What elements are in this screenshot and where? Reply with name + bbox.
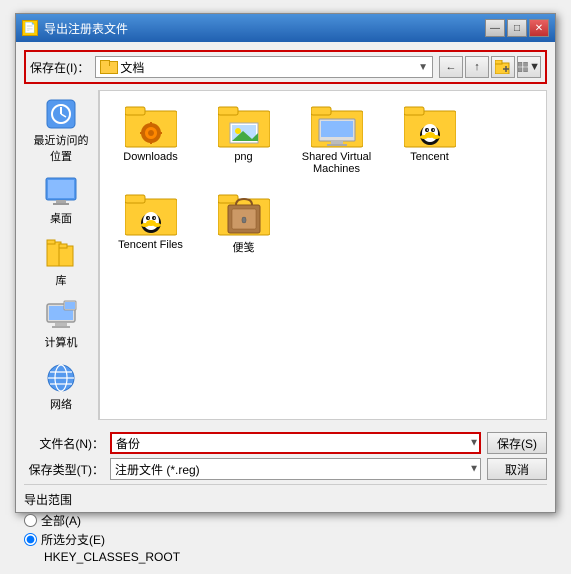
sidebar-label-desktop: 桌面 [50,210,72,226]
back-button[interactable]: ← [439,56,463,78]
folder-downloads[interactable]: Downloads [108,99,193,179]
sidebar-item-library[interactable]: 库 [28,234,94,292]
filename-row: 文件名(N)： ▼ 保存(S) [24,432,547,454]
up-button[interactable]: ↑ [465,56,489,78]
title-bar: 📄 导出注册表文件 — □ ✕ [16,14,555,42]
export-title: 导出范围 [24,491,547,508]
sidebar-item-computer[interactable]: 计算机 [28,296,94,354]
location-dropdown-arrow: ▼ [418,62,428,73]
sidebar: 最近访问的位置 桌面 [24,90,99,420]
sidebar-label-network: 网络 [50,396,72,412]
sidebar-item-network[interactable]: 网络 [28,358,94,416]
sidebar-label-library: 库 [56,272,67,288]
export-section: 导出范围 全部(A) 所选分支(E) HKEY_CLASSES_ROOT [24,484,547,564]
cancel-button[interactable]: 取消 [487,458,547,480]
briefcase-folder-label: 便笺 [233,239,255,255]
title-bar-content: 📄 导出注册表文件 [22,20,128,37]
bottom-form: 文件名(N)： ▼ 保存(S) 保存类型(T)： 注册文件 (*.reg) ▼ … [24,426,547,566]
png-folder-icon [218,103,270,149]
sidebar-item-desktop[interactable]: 桌面 [28,172,94,230]
filetype-label: 保存类型(T)： [24,461,104,478]
tfiles-folder-icon [125,191,177,237]
filename-label: 文件名(N)： [24,435,104,452]
dialog-title: 导出注册表文件 [44,20,128,37]
filetype-value: 注册文件 (*.reg) [115,461,200,478]
computer-icon [45,300,77,332]
sidebar-label-computer: 计算机 [45,334,78,350]
library-icon [45,238,77,270]
location-label: 保存在(I)： [30,59,89,76]
export-selected-radio[interactable] [24,533,37,546]
network-icon [45,362,77,394]
view-button[interactable]: ▼ [517,56,541,78]
folder-png[interactable]: png [201,99,286,179]
close-button[interactable]: ✕ [529,19,549,37]
export-all-label[interactable]: 全部(A) [41,512,81,529]
desktop-icon [45,176,77,208]
file-area: Downloads [99,90,547,420]
location-folder-icon [100,60,116,74]
sidebar-item-recent[interactable]: 最近访问的位置 [28,94,94,168]
toolbar-buttons: ← ↑ ▼ [439,56,541,78]
filetype-input-wrapper: 注册文件 (*.reg) ▼ [110,458,481,480]
filename-input-wrapper: ▼ [110,432,481,454]
dialog-body: 保存在(I)： 文档 ▼ ← ↑ [16,42,555,574]
save-button[interactable]: 保存(S) [487,432,547,454]
export-selected-row: 所选分支(E) [24,531,547,548]
folder-shared[interactable]: Shared Virtual Machines [294,99,379,179]
briefcase-folder-icon [218,191,270,237]
folder-briefcase[interactable]: 便笺 [201,187,286,259]
shared-folder-label: Shared Virtual Machines [298,151,375,175]
tfiles-folder-label: Tencent Files [118,239,183,251]
folder-tfiles[interactable]: Tencent Files [108,187,193,259]
location-toolbar: 保存在(I)： 文档 ▼ ← ↑ [24,50,547,84]
sidebar-label-recent: 最近访问的位置 [32,132,90,164]
tencent-folder-icon [404,103,456,149]
recent-icon [45,98,77,130]
downloads-folder-label: Downloads [123,151,177,163]
downloads-folder-icon [125,103,177,149]
location-combo[interactable]: 文档 ▼ [95,56,433,78]
new-folder-button[interactable] [491,56,515,78]
location-text: 文档 [120,59,414,76]
folder-tencent[interactable]: Tencent [387,99,472,179]
title-controls: — □ ✕ [485,19,549,37]
main-content: 最近访问的位置 桌面 [24,90,547,420]
title-icon: 📄 [22,20,38,36]
filetype-select[interactable]: 注册文件 (*.reg) [110,458,481,480]
shared-folder-icon [311,103,363,149]
export-selected-value: HKEY_CLASSES_ROOT [44,550,547,564]
filetype-row: 保存类型(T)： 注册文件 (*.reg) ▼ 取消 [24,458,547,480]
png-folder-label: png [234,151,252,163]
maximize-button[interactable]: □ [507,19,527,37]
export-all-radio[interactable] [24,514,37,527]
tencent-folder-label: Tencent [410,151,449,163]
minimize-button[interactable]: — [485,19,505,37]
filename-input[interactable] [110,432,481,454]
export-all-row: 全部(A) [24,512,547,529]
dialog-window: 📄 导出注册表文件 — □ ✕ 保存在(I)： 文档 ▼ ← ↑ [15,13,556,513]
export-selected-label[interactable]: 所选分支(E) [41,531,105,548]
